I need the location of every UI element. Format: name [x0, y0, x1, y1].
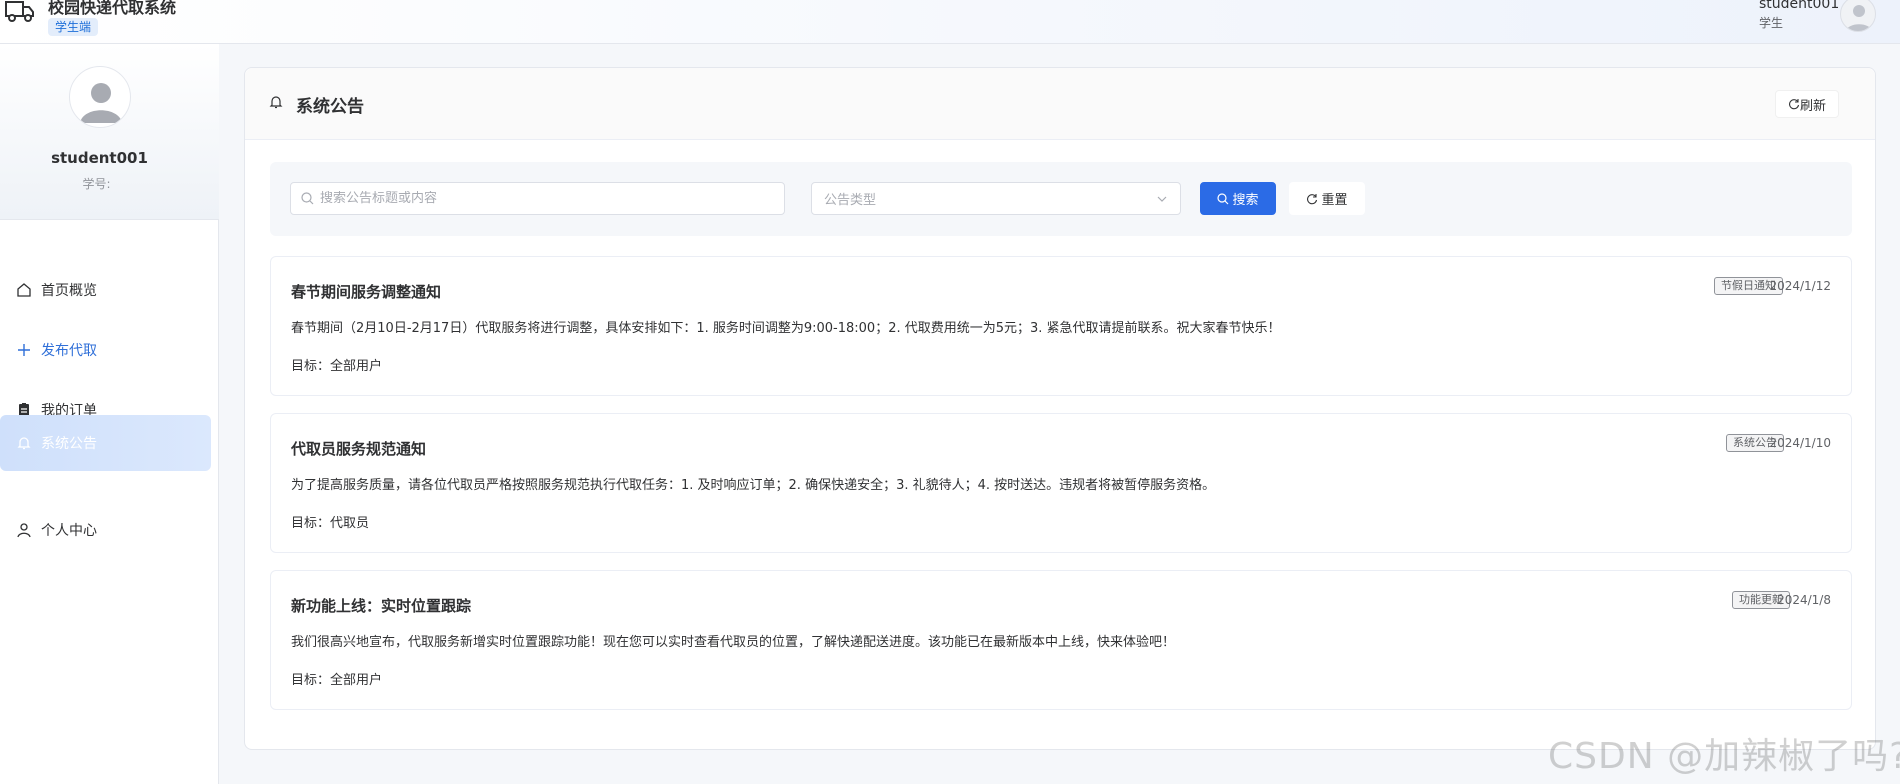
truck-icon	[5, 1, 34, 22]
search-input-wrapper[interactable]	[290, 182, 785, 215]
select-placeholder: 公告类型	[824, 193, 877, 208]
sidebar: student001 学号: 首页概览 发布代取 我的订单 系统公告 个人中心	[0, 44, 219, 784]
watermark: CSDN @加辣椒了吗?	[1548, 736, 1900, 777]
plus-icon	[16, 342, 32, 358]
top-header: 校园快递代取系统 学生端 student001 学生	[0, 0, 1900, 44]
search-button-label: 搜索	[1232, 193, 1259, 208]
bell-icon	[16, 435, 32, 451]
search-input[interactable]	[320, 191, 784, 206]
profile-student-id: 学号:	[82, 177, 111, 191]
header-user-role: 学生	[1759, 16, 1784, 30]
sidebar-item-profile[interactable]: 个人中心	[0, 502, 211, 558]
notice-content: 我们很高兴地宣布，代取服务新增实时位置跟踪功能！现在您可以实时查看代取员的位置，…	[291, 635, 1176, 650]
sidebar-item-label: 个人中心	[41, 523, 97, 539]
page-title: 系统公告	[296, 97, 364, 117]
profile-name: student001	[51, 149, 148, 167]
home-icon	[16, 282, 32, 298]
reset-button-label: 重置	[1321, 193, 1348, 208]
sidebar-item-publish[interactable]: 发布代取	[0, 322, 211, 378]
chevron-down-icon	[1157, 196, 1167, 202]
notice-title: 春节期间服务调整通知	[291, 283, 442, 301]
profile-avatar[interactable]	[69, 66, 131, 128]
notice-item[interactable]: 代取员服务规范通知 系统公告 2024/1/10 为了提高服务质量，请各位代取员…	[270, 413, 1852, 553]
refresh-icon	[1307, 193, 1318, 204]
sidebar-item-label: 首页概览	[41, 283, 97, 299]
role-tag: 学生端	[48, 18, 99, 36]
notice-type-select[interactable]: 公告类型	[811, 182, 1181, 215]
app-title: 校园快递代取系统	[48, 0, 177, 17]
search-icon	[1217, 192, 1229, 204]
header-avatar[interactable]	[1840, 0, 1876, 32]
refresh-icon	[1789, 99, 1800, 110]
refresh-button[interactable]: 刷新	[1775, 90, 1840, 118]
notice-date: 2024/1/10	[1769, 436, 1831, 450]
sidebar-item-announcements[interactable]: 系统公告	[0, 415, 211, 471]
notice-date: 2024/1/12	[1769, 279, 1831, 293]
notice-item[interactable]: 新功能上线：实时位置跟踪 功能更新 2024/1/8 我们很高兴地宣布，代取服务…	[270, 570, 1852, 710]
notice-title: 代取员服务规范通知	[291, 440, 427, 458]
notice-target: 目标：全部用户	[291, 673, 383, 688]
user-avatar-icon	[80, 83, 122, 123]
sidebar-item-home[interactable]: 首页概览	[0, 262, 211, 318]
sidebar-item-label: 系统公告	[41, 436, 97, 452]
reset-button[interactable]: 重置	[1289, 182, 1365, 215]
refresh-label: 刷新	[1800, 98, 1827, 114]
notice-content: 春节期间（2月10日-2月17日）代取服务将进行调整，具体安排如下：1. 服务时…	[291, 321, 1281, 336]
header-user-name[interactable]: student001	[1759, 0, 1839, 12]
search-panel: 公告类型 搜索 重置	[270, 162, 1852, 236]
bell-icon	[269, 96, 283, 109]
search-icon	[301, 192, 314, 205]
notice-target: 目标：全部用户	[291, 359, 383, 374]
notice-target: 目标：代取员	[291, 516, 370, 531]
sidebar-item-label: 发布代取	[41, 343, 97, 359]
search-button[interactable]: 搜索	[1200, 182, 1276, 215]
notice-content: 为了提高服务质量，请各位代取员严格按照服务规范执行代取任务：1. 及时响应订单；…	[291, 478, 1216, 493]
notice-title: 新功能上线：实时位置跟踪	[291, 597, 472, 615]
notice-item[interactable]: 春节期间服务调整通知 节假日通知 2024/1/12 春节期间（2月10日-2月…	[270, 256, 1852, 396]
user-avatar-icon	[1846, 5, 1872, 31]
user-icon	[16, 522, 32, 538]
profile-card: student001 学号:	[0, 44, 219, 220]
notice-date: 2024/1/8	[1777, 593, 1831, 607]
card-header: 系统公告 刷新	[245, 68, 1875, 140]
announcements-card: 系统公告 刷新 公告类型 搜索 重置 春节期间服务调整通知 节假日通知 2024…	[244, 67, 1876, 750]
